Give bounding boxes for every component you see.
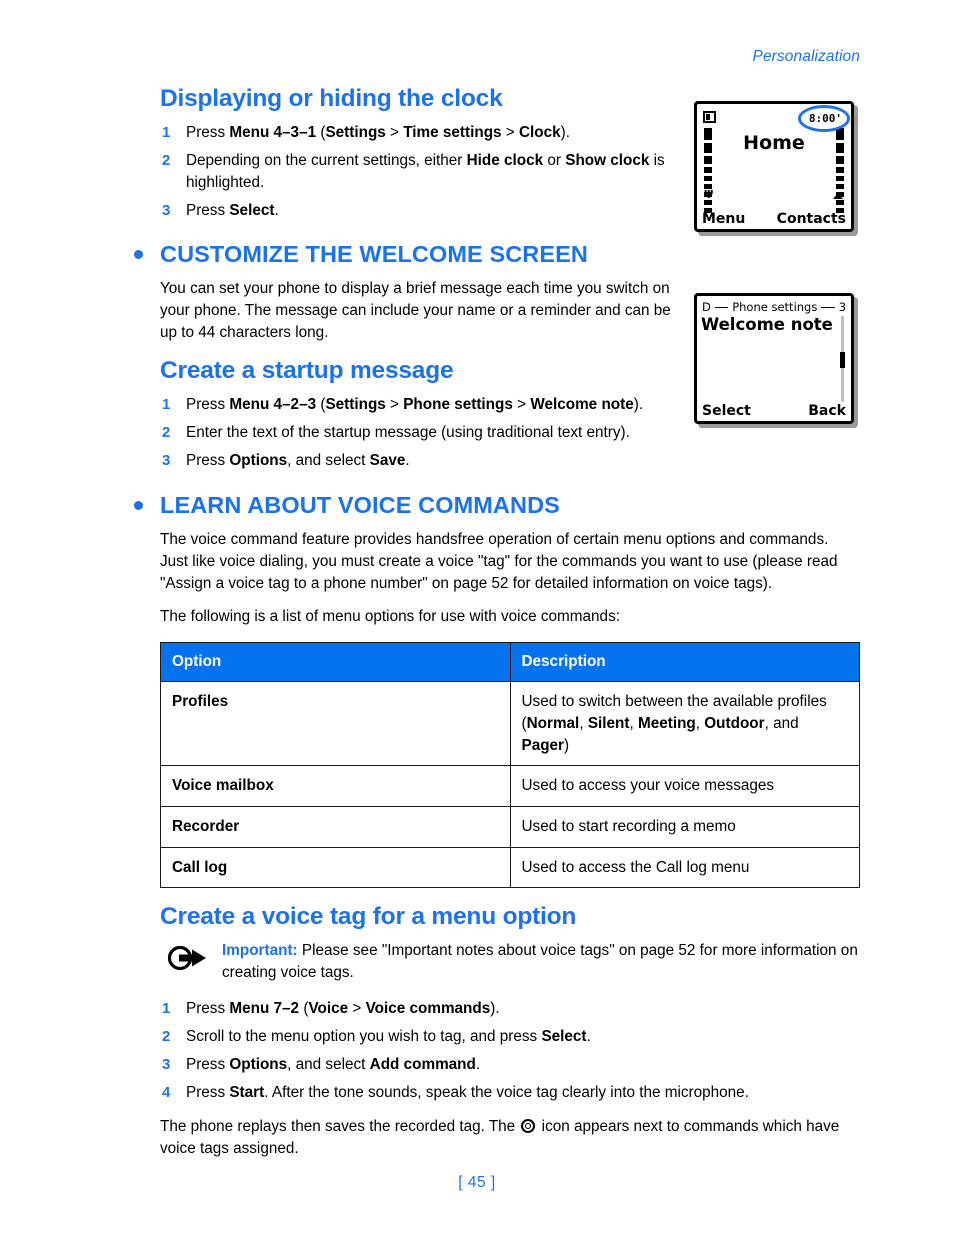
step-item: 3 Press Select. (160, 200, 680, 222)
closing-text-before: The phone replays then saves the recorde… (160, 1118, 520, 1136)
step-item: 1 Press Menu 4–3–1 (Settings > Time setti… (160, 122, 680, 144)
step-text: Enter the text of the startup message (u… (186, 423, 630, 441)
important-arrow-icon (166, 943, 208, 973)
step-item: 3 Press Options, and select Save. (160, 450, 700, 472)
step-text: Depending on the current settings, eithe… (186, 152, 665, 192)
table-row: Recorder Used to start recording a memo (160, 805, 860, 848)
step-text: Press Select. (186, 202, 279, 220)
cell-option: Voice mailbox (160, 765, 511, 807)
step-number: 2 (162, 423, 171, 441)
paragraph-voice-tag-closing: The phone replays then saves the recorde… (160, 1116, 860, 1160)
voice-command-options-table: Option Description Profiles Used to swit… (160, 642, 860, 889)
heading-customize-welcome-screen: CUSTOMIZE THE WELCOME SCREEN (134, 240, 860, 268)
step-item: 2 Enter the text of the startup message (… (160, 422, 700, 444)
step-item: 3 Press Options, and select Add command. (160, 1054, 860, 1076)
step-number: 3 (162, 1056, 171, 1074)
step-number: 1 (162, 123, 171, 141)
important-note-text: Important: Please see "Important notes a… (222, 940, 860, 983)
cell-option: Call log (160, 846, 511, 889)
step-item: 1 Press Menu 7–2 (Voice > Voice commands)… (160, 998, 860, 1020)
step-number: 2 (162, 152, 171, 170)
heading-learn-about-voice-commands: LEARN ABOUT VOICE COMMANDS (134, 492, 860, 519)
cell-description: Used to switch between the available pro… (509, 681, 860, 767)
cell-description: Used to access your voice messages (509, 765, 860, 807)
manual-page: Personalization 8:00' Home Ψ Menu Contac… (0, 0, 954, 1248)
steps-startup-message: 1 Press Menu 4–2–3 (Settings > Phone sett… (160, 394, 700, 473)
step-item: 2 Depending on the current settings, eith… (160, 150, 680, 194)
important-body: Please see "Important notes about voice … (222, 942, 858, 982)
step-item: 2 Scroll to the menu option you wish to t… (160, 1026, 860, 1048)
important-note: Important: Please see "Important notes a… (160, 940, 860, 983)
step-text: Press Menu 7–2 (Voice > Voice commands). (186, 999, 500, 1017)
step-text: Press Menu 4–2–3 (Settings > Phone setti… (186, 395, 644, 413)
step-number: 3 (162, 451, 171, 469)
step-text: Press Options, and select Save. (186, 451, 410, 469)
heading-create-startup-message: Create a startup message (160, 356, 454, 384)
cell-option: Recorder (160, 805, 511, 848)
step-number: 1 (162, 395, 171, 413)
section-bullet-icon (134, 501, 143, 511)
heading-create-voice-tag: Create a voice tag for a menu option (160, 903, 577, 931)
step-text: Scroll to the menu option you wish to ta… (186, 1027, 591, 1045)
paragraph-list-lead: The following is a list of menu options … (160, 608, 620, 626)
heading-text: LEARN ABOUT VOICE COMMANDS (160, 492, 560, 519)
step-text: Press Start. After the tone sounds, spea… (186, 1084, 749, 1102)
table-row: Profiles Used to switch between the avai… (160, 681, 860, 767)
cell-description: Used to access the Call log menu (509, 846, 860, 889)
cell-option: Profiles (160, 681, 511, 767)
step-number: 1 (162, 999, 171, 1017)
section-bullet-icon (134, 249, 143, 259)
step-text: Press Options, and select Add command. (186, 1056, 481, 1074)
step-item: 4 Press Start. After the tone sounds, spe… (160, 1082, 860, 1104)
steps-clock: 1 Press Menu 4–3–1 (Settings > Time setti… (160, 122, 680, 223)
paragraph-welcome-intro: You can set your phone to display a brie… (160, 279, 671, 341)
step-item: 1 Press Menu 4–2–3 (Settings > Phone sett… (160, 394, 700, 416)
running-header: Personalization (752, 48, 860, 65)
steps-create-voice-tag: 1 Press Menu 7–2 (Voice > Voice commands)… (160, 998, 860, 1105)
step-number: 4 (162, 1084, 171, 1102)
heading-displaying-hiding-clock: Displaying or hiding the clock (160, 85, 503, 112)
step-text: Press Menu 4–3–1 (Settings > Time settin… (186, 123, 571, 141)
step-number: 2 (162, 1027, 171, 1045)
page-number: [ 45 ] (458, 1174, 496, 1191)
paragraph-voice-intro: The voice command feature provides hands… (160, 531, 838, 593)
voice-tag-icon (521, 1119, 536, 1134)
step-number: 3 (162, 202, 171, 220)
important-label: Important: (222, 942, 298, 960)
heading-text: CUSTOMIZE THE WELCOME SCREEN (160, 240, 588, 267)
table-row: Voice mailbox Used to access your voice … (160, 765, 860, 807)
table-header-row: Option Description (160, 642, 860, 683)
content-column: Displaying or hiding the clock 1 Press Me… (134, 85, 860, 1172)
column-header-option: Option (160, 642, 511, 683)
table-row: Call log Used to access the Call log men… (160, 846, 860, 889)
column-header-description: Description (509, 642, 860, 683)
cell-description: Used to start recording a memo (509, 805, 860, 848)
